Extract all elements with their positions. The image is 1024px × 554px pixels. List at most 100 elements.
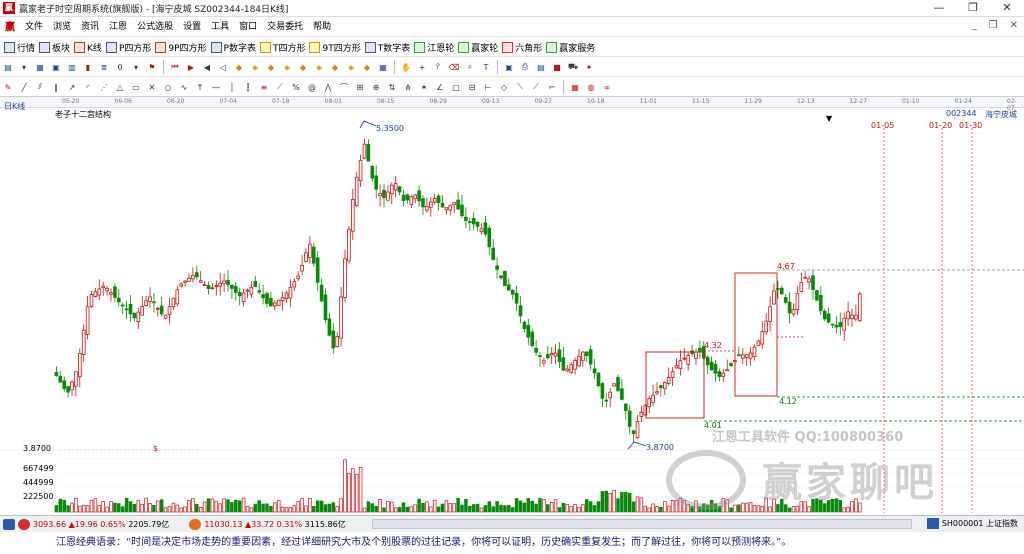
bar-chart-icon[interactable]: ▥ [66, 61, 79, 74]
toolbar-button-winner-wheel[interactable]: 赢家轮 [458, 41, 498, 54]
grid-icon[interactable]: ▦ [377, 61, 390, 74]
line2-icon[interactable]: ⟋ [530, 81, 543, 94]
search-icon[interactable]: ⌕ [464, 61, 477, 74]
fan-icon[interactable]: ⋰ [98, 81, 111, 94]
diamond-icon[interactable]: ◆ [329, 61, 342, 74]
hand-icon[interactable]: ✋ [400, 61, 413, 74]
diamond-icon[interactable]: ◈ [313, 61, 326, 74]
spiral-icon[interactable]: @ [306, 81, 319, 94]
index-selector[interactable]: SH000001 上证指数 [926, 518, 1018, 529]
split-icon[interactable]: ⋔ [402, 81, 415, 94]
mdi-minimize-icon[interactable]: _ [972, 20, 977, 31]
star-icon[interactable]: ✶ [418, 81, 431, 94]
flag-icon[interactable]: ⚑ [146, 61, 159, 74]
pen-icon[interactable]: ✎ [2, 81, 15, 94]
menu-browse[interactable]: 浏览 [48, 18, 76, 37]
fib-icon[interactable]: ≡ [258, 81, 271, 94]
arrows-icon[interactable]: ⇅ [386, 81, 399, 94]
toolbar-button-t-number-table[interactable]: T数字表 [364, 41, 410, 54]
grid-icon[interactable]: ▦ [34, 61, 47, 74]
diamond-icon[interactable]: ◆ [297, 61, 310, 74]
first-icon[interactable]: ⏮ [169, 61, 182, 74]
diamond-icon[interactable]: ◆ [265, 61, 278, 74]
ticker-scrollbar[interactable] [372, 519, 912, 529]
toolbar-button-p-square[interactable]: P四方形 [105, 41, 151, 54]
restore-button[interactable]: ❐ [956, 0, 990, 17]
minimize-button[interactable]: — [922, 0, 956, 17]
diamond-icon[interactable]: ◆ [233, 61, 246, 74]
cross-icon[interactable]: ✕ [146, 81, 159, 94]
book-icon[interactable]: ▣ [50, 61, 63, 74]
percent-icon[interactable]: % [290, 81, 303, 94]
toolbar-button-9p-square[interactable]: 9P四方形 [155, 41, 207, 54]
vline-icon[interactable]: │ [226, 81, 239, 94]
crosshair-icon[interactable]: + [416, 61, 429, 74]
sh-index-segment[interactable]: 3093.66 ▲19.96 0.65% 2205.79亿 [3, 518, 169, 530]
box-icon[interactable]: ⊞ [354, 81, 367, 94]
toolbar-button-hexagon[interactable]: 六角形 [502, 41, 542, 54]
hline-icon[interactable]: ― [210, 81, 223, 94]
infinity-icon[interactable]: ∞ [601, 81, 614, 94]
menu-window[interactable]: 窗口 [234, 18, 262, 37]
menu-tools[interactable]: 工具 [206, 18, 234, 37]
red-box-icon[interactable]: ■ [551, 61, 564, 74]
circle-icon[interactable]: ○ [162, 81, 175, 94]
gann-icon[interactable]: ⟋ [274, 81, 287, 94]
eraser-icon[interactable]: ⌫ [448, 61, 461, 74]
text-icon[interactable]: T [480, 61, 493, 74]
menu-gann[interactable]: 江恩 [104, 18, 132, 37]
diag-icon[interactable]: ⟍ [514, 81, 527, 94]
diamond-icon[interactable]: ◆ [361, 61, 374, 74]
toolbar-button-sector[interactable]: 板块 [39, 41, 70, 54]
save-icon[interactable]: ▤ [535, 61, 548, 74]
line-icon[interactable]: ╱ [18, 81, 31, 94]
menu-file[interactable]: 文件 [20, 18, 48, 37]
car-icon[interactable]: ⛟ [567, 61, 580, 74]
diamond-icon[interactable]: ◈ [345, 61, 358, 74]
back-icon[interactable]: ◀ [201, 61, 214, 74]
zero-icon[interactable]: 0 [114, 61, 127, 74]
wave-icon[interactable]: ∿ [178, 81, 191, 94]
menu-info[interactable]: 资讯 [76, 18, 104, 37]
triangle-icon[interactable]: △ [114, 81, 127, 94]
toolbar-button-p-number-table[interactable]: P数字表 [210, 41, 256, 54]
channel-icon[interactable]: ⫽ [34, 81, 47, 94]
cycle-icon[interactable]: ⌒ [338, 81, 351, 94]
menu-formula[interactable]: 公式选股 [132, 18, 178, 37]
angle-icon[interactable]: ∠ [434, 81, 447, 94]
indicator-dropdown-icon[interactable]: ▼ [826, 114, 832, 123]
menu-toggle-icon[interactable]: ▤ [2, 61, 15, 74]
mdi-restore-icon[interactable]: ❐ [989, 20, 998, 31]
diamond-icon[interactable]: ◈ [281, 61, 294, 74]
measure-icon[interactable]: ⊢ [482, 81, 495, 94]
tool-icon[interactable]: ✦ [583, 61, 596, 74]
grid-small-icon[interactable]: ⊟ [466, 81, 479, 94]
toolbar-button-gann-wheel[interactable]: 江恩轮 [414, 41, 454, 54]
stairs-icon[interactable]: ⌐ [546, 81, 559, 94]
palette-icon[interactable]: ◍ [585, 81, 598, 94]
triangle-left-icon[interactable]: ◁ [217, 61, 230, 74]
toolbar-button-service[interactable]: 赢家服务 [546, 41, 595, 54]
grid-red-icon[interactable]: ▦ [569, 81, 582, 94]
bars-icon[interactable]: ┇ [242, 81, 255, 94]
dropdown-arrow-icon[interactable]: ▾ [18, 61, 31, 74]
zigzag-icon[interactable]: ⋀ [322, 81, 335, 94]
parallel-icon[interactable]: ∥ [50, 81, 63, 94]
toolbar-button-9t-square[interactable]: 9T四方形 [309, 41, 361, 54]
square-icon[interactable]: □ [450, 81, 463, 94]
arc-icon[interactable]: ◜ [82, 81, 95, 94]
print-icon[interactable]: ⎙ [519, 61, 532, 74]
menu-help[interactable]: 帮助 [308, 18, 336, 37]
candle-icon[interactable]: ▮ [82, 61, 95, 74]
toolbar-button-quotes[interactable]: 行情 [4, 41, 35, 54]
toolbar-button-kline[interactable]: K线 [74, 41, 102, 54]
rect-icon[interactable]: ▭ [130, 81, 143, 94]
menu-trade[interactable]: 交易委托 [262, 18, 308, 37]
diamond-icon[interactable]: ◈ [249, 61, 262, 74]
pin-icon[interactable]: ⫯ [432, 61, 445, 74]
node-icon[interactable]: ◇ [498, 81, 511, 94]
target-icon[interactable]: ⊕ [370, 81, 383, 94]
toolbar-button-t-square[interactable]: T四方形 [259, 41, 305, 54]
menu-settings[interactable]: 设置 [178, 18, 206, 37]
close-button[interactable]: ✕ [990, 0, 1024, 17]
